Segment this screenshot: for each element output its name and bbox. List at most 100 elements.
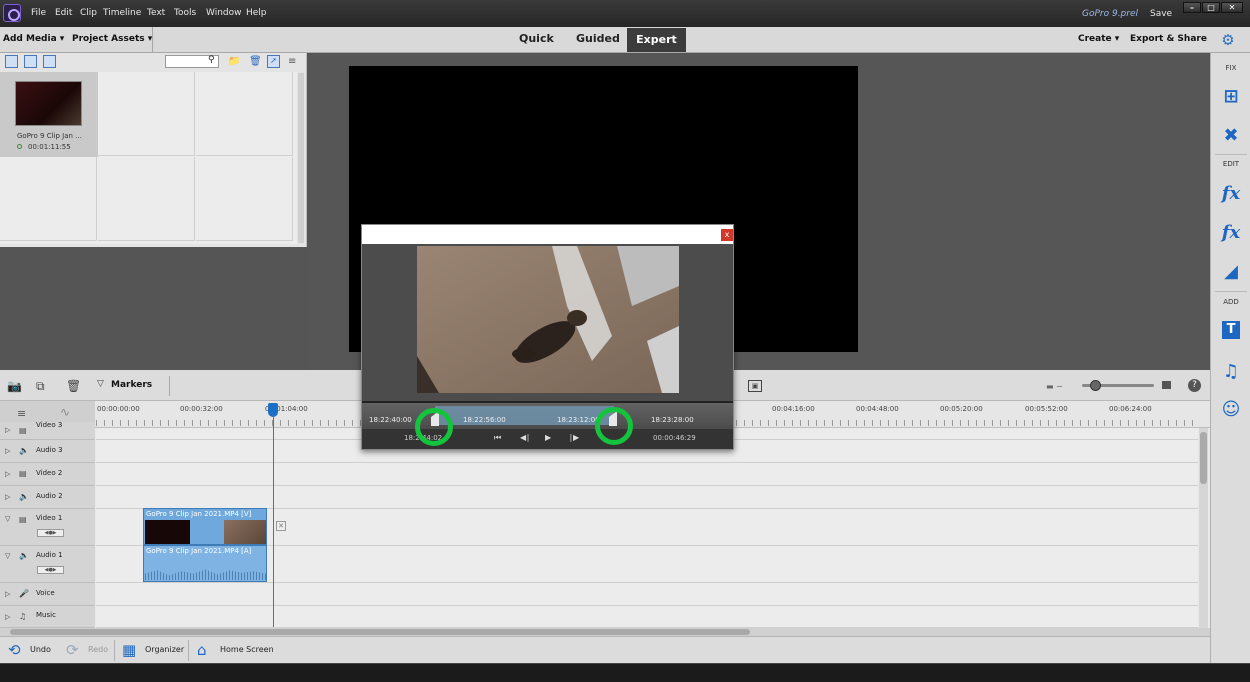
home-screen-button[interactable]: Home Screen <box>220 645 274 654</box>
project-assets-menu[interactable]: Project Assets <box>72 34 152 44</box>
scrollbar-thumb[interactable] <box>1200 432 1207 484</box>
zoom-in-icon[interactable] <box>1162 381 1171 389</box>
camera-icon[interactable]: 📷 <box>7 379 22 393</box>
track-label: Audio 2 <box>36 492 63 500</box>
play-icon[interactable]: ▶ <box>545 433 551 442</box>
menu-file[interactable]: File <box>31 8 46 18</box>
asset-card[interactable]: GoPro 9 Clip Jan ... 00:01:11:55 <box>0 72 98 157</box>
export-frame-icon[interactable]: ⧉ <box>36 379 45 394</box>
speaker-icon: 🔈 <box>19 492 29 501</box>
expand-icon[interactable]: ▷ <box>5 590 10 598</box>
panel-menu-icon[interactable]: ≡ <box>288 56 296 67</box>
filter-audio-icon[interactable] <box>43 55 56 68</box>
keyframe-controls[interactable]: ◀●▶ <box>37 529 64 537</box>
filter-image-icon[interactable] <box>24 55 37 68</box>
audio-waveform <box>145 569 266 580</box>
go-to-start-icon[interactable]: ⏮ <box>494 433 501 443</box>
track-options-icon[interactable]: ≡ <box>17 407 26 420</box>
dialog-close-button[interactable]: x <box>721 229 733 241</box>
track-row[interactable] <box>96 486 1198 509</box>
undo-button[interactable]: Undo <box>30 645 51 654</box>
grid-cell <box>196 157 293 241</box>
audio-mixer-icon[interactable]: ∿ <box>60 405 70 419</box>
expand-icon[interactable]: ▷ <box>5 426 10 434</box>
track-row[interactable] <box>96 583 1198 606</box>
track-row[interactable] <box>96 606 1198 628</box>
add-media-menu[interactable]: Add Media <box>3 34 64 44</box>
clip-end-icon[interactable]: ✕ <box>276 521 286 531</box>
menu-timeline[interactable]: Timeline <box>103 8 141 18</box>
divider <box>1215 291 1247 292</box>
help-icon[interactable]: ? <box>1188 379 1201 392</box>
markers-button[interactable]: Markers <box>111 380 152 390</box>
applied-effects-icon[interactable]: fx <box>1219 183 1243 205</box>
tab-expert[interactable]: Expert <box>627 28 686 52</box>
menu-tools[interactable]: Tools <box>174 8 196 18</box>
section-label-fix: FIX <box>1225 64 1237 72</box>
zoom-slider-knob[interactable] <box>1090 380 1101 391</box>
fit-to-window-icon[interactable]: ▣ <box>748 380 762 392</box>
collapse-icon[interactable]: ▽ <box>5 515 10 523</box>
effects-icon[interactable]: fx <box>1219 222 1243 244</box>
filter-video-icon[interactable] <box>5 55 18 68</box>
ruler-tick: 00:05:20:00 <box>940 405 983 413</box>
marker-icon[interactable]: ▽ <box>97 379 104 389</box>
menu-edit[interactable]: Edit <box>55 8 72 18</box>
video-clip[interactable]: GoPro 9 Clip Jan 2021.MP4 [V] <box>143 508 267 545</box>
search-icon[interactable]: ⚲ <box>208 55 215 65</box>
tab-quick[interactable]: Quick <box>519 32 554 45</box>
expand-icon[interactable]: ▷ <box>5 470 10 478</box>
step-forward-icon[interactable]: ∣▶ <box>569 433 579 442</box>
zoom-out-icon[interactable]: ▬ − <box>1046 382 1063 391</box>
expand-icon[interactable]: ▷ <box>5 447 10 455</box>
organizer-icon[interactable]: ▦ <box>122 641 136 659</box>
track-label: Video 2 <box>36 469 63 477</box>
menu-help[interactable]: Help <box>246 8 267 18</box>
asset-thumbnail[interactable] <box>15 81 82 126</box>
pin-icon[interactable]: ➚ <box>267 55 280 68</box>
close-window-icon[interactable]: ✕ <box>1221 2 1243 13</box>
grid-cell <box>98 72 195 156</box>
minimize-icon[interactable]: – <box>1183 2 1201 13</box>
video-track-icon: ▤ <box>19 515 27 524</box>
redo-button[interactable]: Redo <box>88 645 108 654</box>
speaker-icon: 🔈 <box>19 551 29 560</box>
track-row[interactable] <box>96 463 1198 486</box>
project-assets-panel: ⚲ 📁 🗑 ➚ ≡ GoPro 9 Clip Jan ... 00:01:11:… <box>0 53 307 247</box>
menu-text[interactable]: Text <box>147 8 165 18</box>
playhead-line <box>273 415 274 627</box>
expand-icon[interactable]: ▷ <box>5 613 10 621</box>
graphics-icon[interactable]: ☺ <box>1219 399 1243 421</box>
redo-icon[interactable]: ⟳ <box>66 641 79 659</box>
clip-duration: 00:00:46:29 <box>653 434 696 442</box>
undo-icon[interactable]: ⟲ <box>8 641 21 659</box>
expand-icon[interactable]: ▷ <box>5 493 10 501</box>
new-folder-icon[interactable]: 📁 <box>228 56 240 67</box>
menu-clip[interactable]: Clip <box>80 8 97 18</box>
create-menu[interactable]: Create <box>1078 34 1119 44</box>
save-button[interactable]: Save <box>1150 9 1172 19</box>
home-icon[interactable]: ⌂ <box>197 641 207 659</box>
delete-icon[interactable]: 🗑 <box>66 379 81 393</box>
project-name: GoPro 9.prel <box>1082 9 1139 19</box>
grid-cell <box>0 157 97 241</box>
delete-asset-icon[interactable]: 🗑 <box>249 56 262 67</box>
keyframe-controls[interactable]: ◀●▶ <box>37 566 64 574</box>
menu-window[interactable]: Window <box>206 8 242 18</box>
tab-guided[interactable]: Guided <box>576 32 620 45</box>
audio-clip[interactable]: GoPro 9 Clip Jan 2021.MP4 [A] <box>143 545 267 582</box>
music-icon[interactable]: ♫ <box>1219 361 1243 383</box>
gear-icon[interactable]: ⚙ <box>1220 32 1236 48</box>
assets-scrollbar[interactable] <box>298 73 304 243</box>
step-back-icon[interactable]: ◀∣ <box>520 433 530 442</box>
collapse-icon[interactable]: ▽ <box>5 552 10 560</box>
transitions-icon[interactable]: ◢ <box>1219 261 1243 283</box>
export-share-button[interactable]: Export & Share <box>1130 34 1207 44</box>
scrollbar-thumb[interactable] <box>10 629 750 635</box>
adjust-icon[interactable]: ⊞ <box>1219 86 1243 108</box>
strip-time: 18:23:12:00 <box>557 416 600 424</box>
titles-icon[interactable]: T <box>1222 321 1240 339</box>
maximize-icon[interactable]: □ <box>1202 2 1220 13</box>
tools-icon[interactable]: ✖ <box>1219 125 1243 147</box>
organizer-button[interactable]: Organizer <box>145 645 184 654</box>
